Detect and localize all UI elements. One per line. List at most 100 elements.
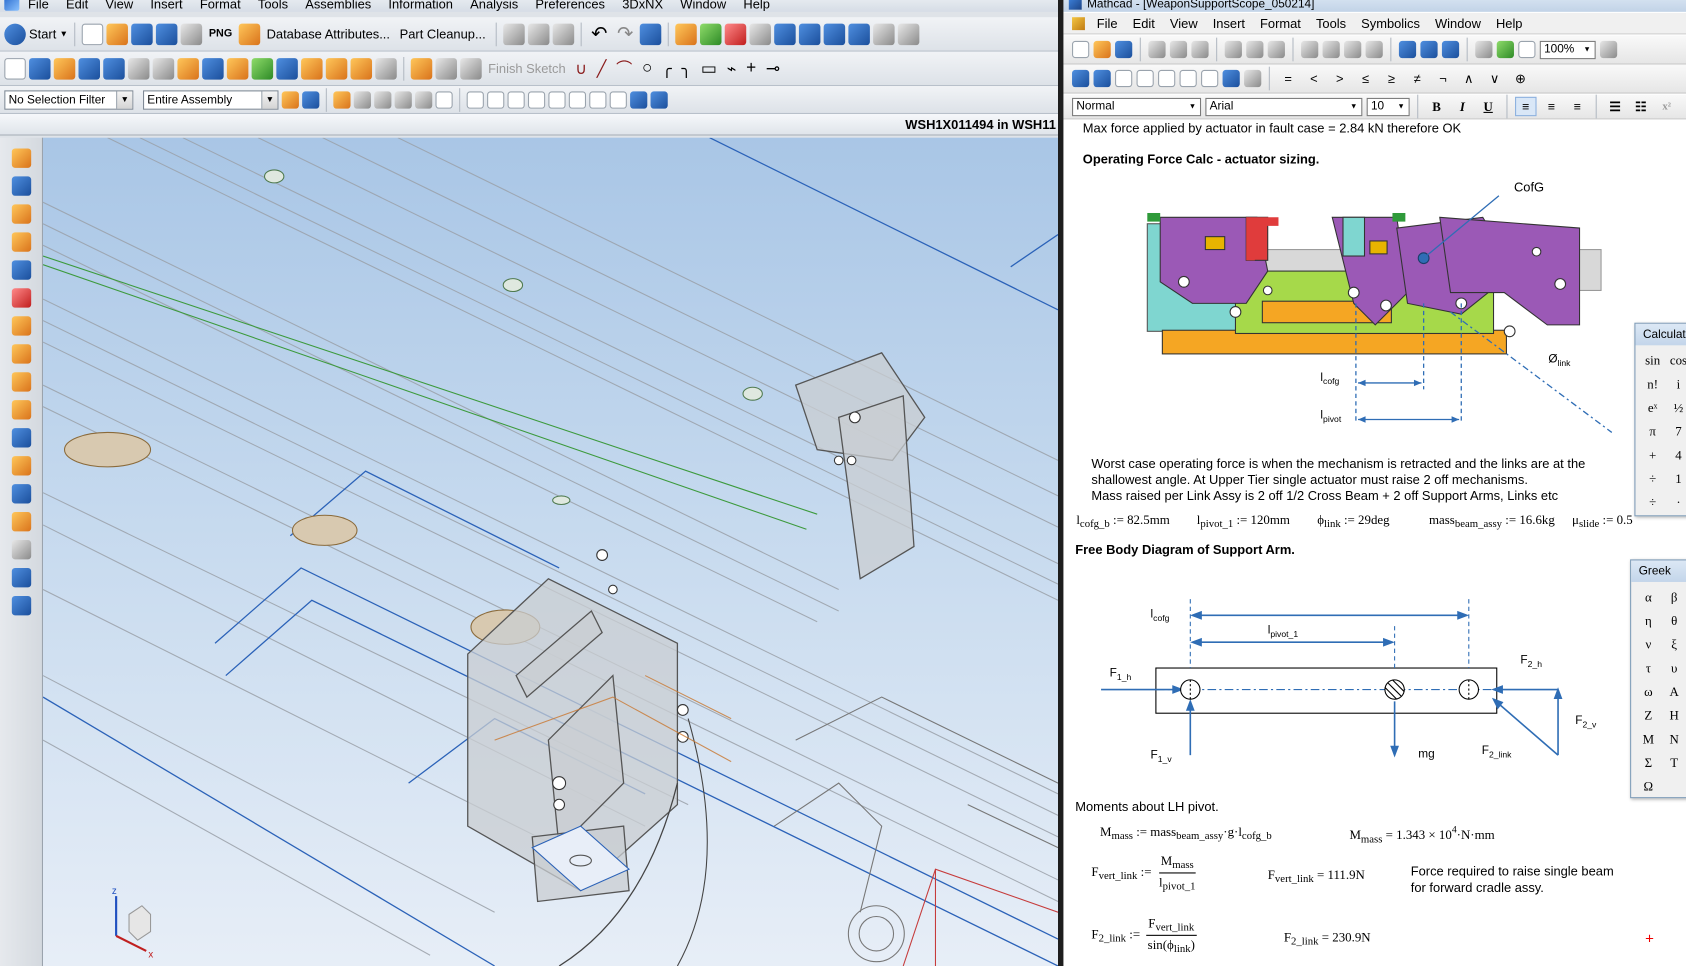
nx-menu-edit[interactable]: Edit [57,0,96,12]
worksheet[interactable]: Max force applied by actuator in fault c… [1063,120,1686,966]
nx-menu-window[interactable]: Window [672,0,735,12]
calc-key-4[interactable]: 4 [1668,444,1686,466]
save-all-icon[interactable] [156,23,178,45]
font-dropdown[interactable]: Arial [1205,97,1363,116]
greek-nu[interactable]: ν [1638,634,1660,656]
align-right-icon[interactable]: ≡ [1567,97,1589,116]
f-vert-definition[interactable]: Fvert_link := Mmass lpivot_1 [1091,853,1199,893]
save-icon[interactable] [1115,40,1133,59]
shell-icon[interactable] [350,57,373,80]
op-not[interactable]: ¬ [1432,71,1454,86]
assembly-icon[interactable] [251,57,274,80]
block-icon[interactable] [202,57,224,80]
greek-capital-sigma[interactable]: Σ [1638,752,1660,774]
open-folder-icon[interactable] [106,23,129,45]
greek-beta[interactable]: β [1663,586,1685,608]
select-face-icon[interactable] [394,90,412,109]
underline-button[interactable]: U [1477,97,1499,116]
component-wizard-icon[interactable] [1496,40,1514,59]
numbering-icon[interactable]: ☷ [1630,97,1652,116]
greek-capital-mu[interactable]: Μ [1638,728,1660,750]
copy-icon[interactable] [1246,40,1264,59]
op-equal[interactable]: = [1277,71,1299,86]
mc-menu-insert[interactable]: Insert [1205,16,1252,31]
f-vert-result[interactable]: Fvert_link = 111.9N [1268,867,1365,885]
palette-icon[interactable] [11,484,31,504]
nx-menu-assemblies[interactable]: Assemblies [297,0,380,12]
manufacturing-wizards-icon[interactable] [11,400,31,420]
mc-menu-file[interactable]: File [1089,16,1125,31]
scope-dropdown[interactable]: Entire Assembly [143,89,279,110]
help-icon[interactable] [1599,40,1618,59]
line-icon[interactable]: ╱ [594,59,610,78]
offset-face-icon[interactable] [375,57,397,80]
sequence-icon[interactable] [11,595,31,616]
helix-icon[interactable] [152,57,175,80]
m-mass-definition[interactable]: Mmass := massbeam_assy·g·lcofg_b [1100,824,1272,842]
pmi-icon[interactable] [11,567,31,588]
calc-key-factorial[interactable]: n! [1642,373,1664,395]
snap-on-curve-icon[interactable] [609,90,627,109]
snap-control-icon[interactable] [507,90,525,109]
start-button[interactable]: Start ▼ [4,23,68,45]
run-script-icon[interactable] [1518,40,1536,59]
nx-menu-format[interactable]: Format [191,0,249,12]
cut-icon[interactable] [502,23,525,45]
datum-plane-icon[interactable] [29,57,51,80]
calc-key-divide[interactable]: ÷ [1642,468,1664,490]
copy-icon[interactable] [527,23,550,45]
new-file-icon[interactable] [82,23,104,45]
view-shaded-icon[interactable] [774,23,796,45]
mc-menu-tools[interactable]: Tools [1308,16,1353,31]
style-dropdown[interactable]: Normal [1072,97,1202,116]
animation-icon[interactable] [11,512,31,532]
greek-upsilon[interactable]: υ [1663,657,1685,679]
calc-key-i[interactable]: i [1668,373,1686,395]
png-export-button[interactable]: PNG [206,28,236,40]
system-materials-icon[interactable] [11,344,31,364]
nx-menu-file[interactable]: File [19,0,57,12]
snap-endpoint-icon[interactable] [466,90,484,109]
select-icon[interactable] [639,23,662,45]
m-mass-result[interactable]: Mmass = 1.343 × 104·N·mm [1349,824,1494,846]
spell-check-icon[interactable] [1191,40,1209,59]
assembly-navigator-icon[interactable] [11,148,31,168]
def-mass-beam-assy[interactable]: massbeam_assy := 16.6kg [1429,512,1555,530]
def-l-cofg-b[interactable]: lcofg_b := 82.5mm [1076,512,1169,530]
profile-icon[interactable]: ∪ [572,59,590,78]
finish-sketch-button[interactable]: Finish Sketch [485,61,569,76]
snap-intersection-icon[interactable] [527,90,546,109]
point-icon[interactable]: + [743,59,759,78]
new-doc-icon[interactable] [1072,40,1090,59]
greek-alpha[interactable]: α [1638,586,1660,608]
lock-icon[interactable] [238,23,261,45]
nx-menu-help[interactable]: Help [735,0,779,12]
greek-capital-omega[interactable]: Ω [1638,776,1660,798]
select-assembly-icon[interactable] [281,90,299,109]
greek-theta[interactable]: θ [1663,610,1685,632]
paste-icon[interactable] [552,23,574,45]
rectangle-select-icon[interactable] [435,90,453,109]
boolean-toolbar-icon[interactable] [1179,69,1197,88]
nx-menu-insert[interactable]: Insert [142,0,191,12]
web-browser-icon[interactable] [11,288,31,308]
undo-icon[interactable] [1301,40,1319,59]
close-part-icon[interactable] [724,23,747,45]
snap-midpoint-icon[interactable] [487,90,505,109]
calculate-icon[interactable] [1441,40,1460,59]
subscript-icon[interactable]: x₂ [1682,97,1686,116]
align-across-icon[interactable] [1344,40,1362,59]
edge-blend-icon[interactable] [301,57,323,80]
print-icon[interactable] [180,23,203,45]
mc-menu-window[interactable]: Window [1427,16,1488,31]
sketch-constraint-icon[interactable] [435,57,457,80]
select-component-icon[interactable] [302,90,320,109]
revolve-icon[interactable] [78,57,100,80]
view-iso-icon[interactable] [823,23,846,45]
snap-quadrant-icon[interactable] [568,90,587,109]
cut-icon[interactable] [1224,40,1242,59]
calculus-toolbar-icon[interactable] [1158,69,1176,88]
align-center-icon[interactable]: ≡ [1541,97,1563,116]
print-icon[interactable] [1148,40,1166,59]
nx-menu-preferences[interactable]: Preferences [527,0,614,12]
